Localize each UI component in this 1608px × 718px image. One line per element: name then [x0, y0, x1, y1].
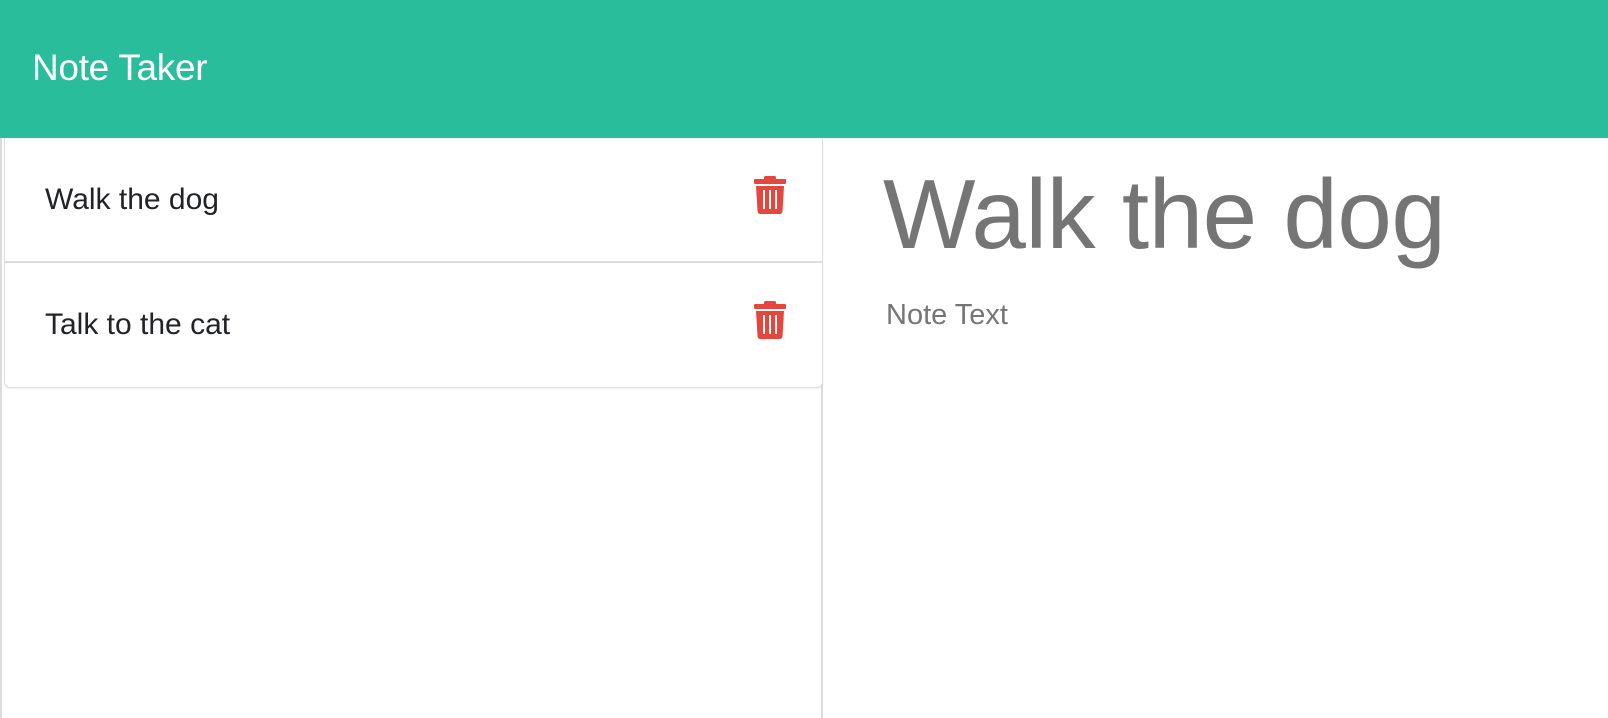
note-title-label: Talk to the cat [45, 308, 231, 341]
navbar: Note Taker [0, 0, 1608, 138]
note-title-label: Walk the dog [45, 183, 219, 216]
note-list-column: Walk the dog Talk to the cat [0, 138, 823, 718]
note-text-area[interactable] [886, 298, 1586, 698]
brand-link[interactable]: Note Taker [32, 46, 208, 90]
list-item[interactable]: Talk to the cat [5, 263, 822, 387]
note-title-input[interactable] [883, 158, 1583, 270]
trash-icon[interactable] [754, 176, 786, 214]
note-editor [823, 138, 1608, 718]
trash-icon[interactable] [754, 301, 786, 339]
note-list: Walk the dog Talk to the cat [4, 138, 823, 388]
list-item[interactable]: Walk the dog [5, 138, 822, 263]
